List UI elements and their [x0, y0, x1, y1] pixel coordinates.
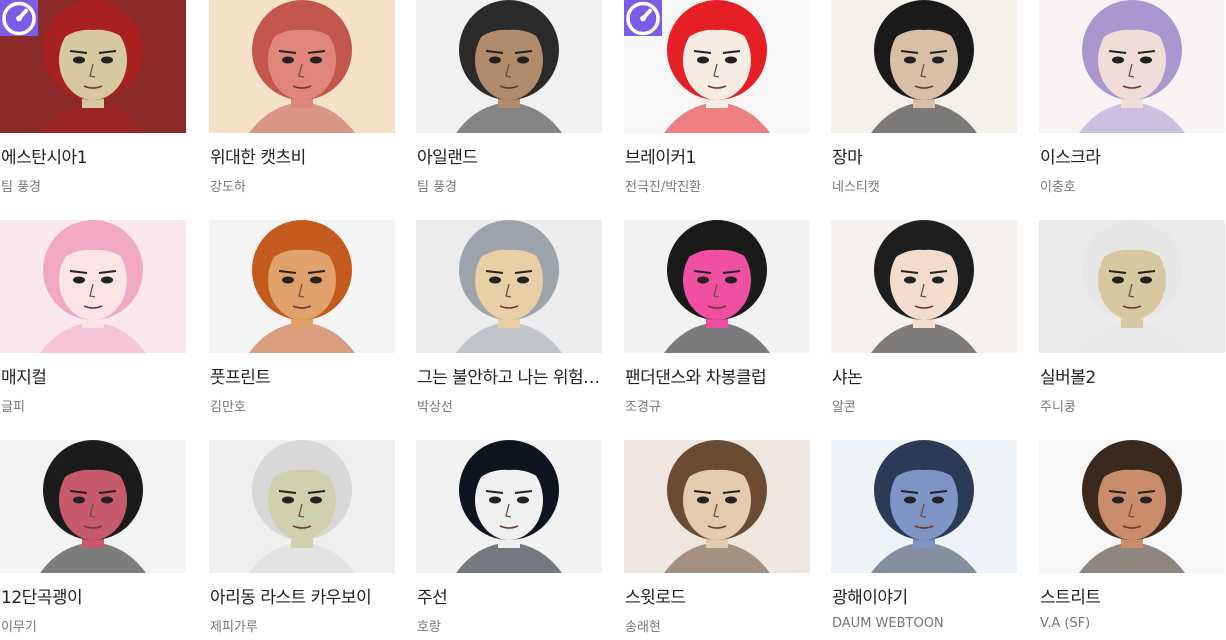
badge: [0, 0, 38, 36]
webtoon-author: V.A (SF): [1040, 616, 1091, 631]
webtoon-thumbnail[interactable]: [209, 0, 395, 133]
dark-haired-man-portrait: [416, 0, 602, 133]
webtoon-card[interactable]: 에스탄시아1 팀 풍경: [0, 0, 186, 200]
webtoon-author: 제피가루: [210, 620, 258, 635]
man-with-glasses-portrait: [831, 440, 1017, 573]
webtoon-card[interactable]: 아리동 라스트 카우보이제피가루: [209, 440, 395, 640]
webtoon-thumbnail[interactable]: [416, 0, 602, 133]
webtoon-title[interactable]: 12단곡괭이: [1, 583, 185, 608]
webtoon-title[interactable]: 실버볼2: [1040, 363, 1224, 388]
webtoon-author: 이충호: [1040, 180, 1076, 195]
webtoon-thumbnail[interactable]: [1039, 440, 1225, 573]
webtoon-card[interactable]: 실버볼2 주니쿵: [1039, 220, 1225, 420]
purple-haired-girl-portrait: [1039, 0, 1225, 133]
webtoon-author: 조경규: [625, 400, 661, 415]
webtoon-thumbnail[interactable]: [624, 0, 810, 133]
orange-haired-man-portrait: [209, 220, 395, 353]
webtoon-thumbnail[interactable]: [0, 0, 186, 133]
webtoon-title[interactable]: 샤논: [832, 363, 1016, 388]
webtoon-card[interactable]: 광해이야기 DAUM WEBTOON: [831, 440, 1017, 640]
webtoon-title[interactable]: 스트리트: [1040, 583, 1224, 608]
webtoon-thumbnail[interactable]: [0, 220, 186, 353]
badge: [624, 0, 662, 36]
webtoon-card[interactable]: 장마네스티캣: [831, 0, 1017, 200]
speedometer-icon: [2, 1, 36, 35]
man-in-suit-portrait: [831, 0, 1017, 133]
webtoon-thumbnail[interactable]: [831, 220, 1017, 353]
webtoon-thumbnail[interactable]: [1039, 220, 1225, 353]
panda-character-portrait: [624, 220, 810, 353]
webtoon-author: 네스티캣: [832, 180, 880, 195]
webtoon-thumbnail[interactable]: [209, 220, 395, 353]
old-man-portrait: [1039, 220, 1225, 353]
webtoon-title[interactable]: 풋프린트: [210, 363, 394, 388]
webtoon-author: 이무기: [1, 620, 37, 635]
webtoon-card[interactable]: 풋프린트김만호: [209, 220, 395, 420]
webtoon-title[interactable]: 광해이야기: [832, 583, 1016, 608]
webtoon-thumbnail[interactable]: [416, 220, 602, 353]
webtoon-title[interactable]: 장마: [832, 143, 1016, 168]
webtoon-grid: 에스탄시아1 팀 풍경 위대한 캣츠비 강도하 아일랜드 팀 풍경 브레이커1 전극진/박진환…: [0, 0, 1226, 637]
webtoon-card[interactable]: 아일랜드팀 풍경: [416, 0, 602, 200]
webtoon-author: 송래현: [625, 620, 661, 635]
webtoon-card[interactable]: 브레이커1 전극진/박진환: [624, 0, 810, 200]
cat-character-portrait: [209, 0, 395, 133]
webtoon-card[interactable]: 샤논알콘: [831, 220, 1017, 420]
webtoon-card[interactable]: 스트리트 V.A (SF): [1039, 440, 1225, 640]
girl-in-orange-portrait: [0, 440, 186, 573]
webtoon-author: 호랑: [417, 620, 441, 635]
webtoon-card[interactable]: 팬더댄스와 차봉클럽조경규: [624, 220, 810, 420]
brown-haired-woman-portrait: [624, 440, 810, 573]
webtoon-author: 알콘: [832, 400, 856, 415]
long-haired-man-portrait: [416, 440, 602, 573]
webtoon-card[interactable]: 그는 불안하고 나는 위험하다박상선: [416, 220, 602, 420]
webtoon-author: 팀 풍경: [417, 180, 458, 195]
dark-haired-woman-portrait: [831, 220, 1017, 353]
pink-haired-girl-portrait: [0, 220, 186, 353]
speedometer-icon: [626, 1, 660, 35]
old-man-with-glasses-portrait: [209, 440, 395, 573]
webtoon-thumbnail[interactable]: [624, 220, 810, 353]
fighter-character-portrait: [1039, 440, 1225, 573]
webtoon-thumbnail[interactable]: [416, 440, 602, 573]
webtoon-author: 강도하: [210, 180, 246, 195]
webtoon-thumbnail[interactable]: [831, 440, 1017, 573]
webtoon-author: 김만호: [210, 400, 246, 415]
webtoon-title[interactable]: 이스크라: [1040, 143, 1224, 168]
webtoon-title[interactable]: 아일랜드: [417, 143, 601, 168]
webtoon-thumbnail[interactable]: [209, 440, 395, 573]
webtoon-author: 전극진/박진환: [625, 180, 702, 195]
webtoon-card[interactable]: 주선호랑: [416, 440, 602, 640]
webtoon-author: 팀 풍경: [1, 180, 42, 195]
webtoon-title[interactable]: 아리동 라스트 카우보이: [210, 583, 394, 608]
webtoon-title[interactable]: 에스탄시아1: [1, 143, 185, 168]
webtoon-thumbnail[interactable]: [831, 0, 1017, 133]
webtoon-title[interactable]: 스윗로드: [625, 583, 809, 608]
webtoon-title[interactable]: 매지컬: [1, 363, 185, 388]
webtoon-author: DAUM WEBTOON: [832, 616, 944, 631]
webtoon-card[interactable]: 위대한 캣츠비강도하: [209, 0, 395, 200]
webtoon-card[interactable]: 이스크라이충호: [1039, 0, 1225, 200]
webtoon-title[interactable]: 그는 불안하고 나는 위험하다: [417, 363, 601, 388]
webtoon-author: 박상선: [417, 400, 453, 415]
webtoon-thumbnail[interactable]: [1039, 0, 1225, 133]
webtoon-thumbnail[interactable]: [0, 440, 186, 573]
laughing-girl-portrait: [416, 220, 602, 353]
webtoon-author: 주니쿵: [1040, 400, 1076, 415]
webtoon-title[interactable]: 팬더댄스와 차봉클럽: [625, 363, 809, 388]
webtoon-card[interactable]: 12단곡괭이이무기: [0, 440, 186, 640]
webtoon-card[interactable]: 스윗로드송래현: [624, 440, 810, 640]
webtoon-title[interactable]: 위대한 캣츠비: [210, 143, 394, 168]
webtoon-author: 글피: [1, 400, 25, 415]
webtoon-title[interactable]: 주선: [417, 583, 601, 608]
webtoon-card[interactable]: 매지컬글피: [0, 220, 186, 420]
webtoon-thumbnail[interactable]: [624, 440, 810, 573]
webtoon-title[interactable]: 브레이커1: [625, 143, 809, 168]
